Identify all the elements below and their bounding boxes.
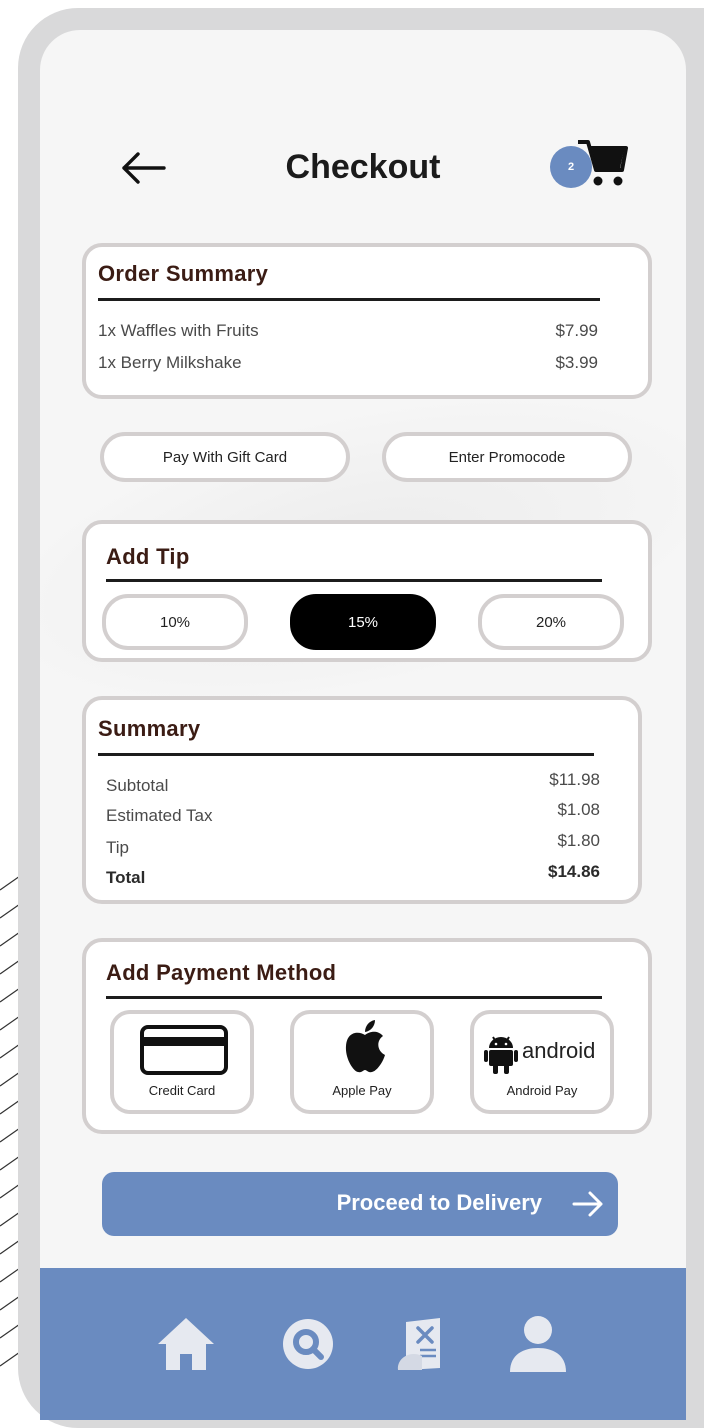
payment-method-title: Add Payment Method xyxy=(106,960,337,985)
order-item-name: 1x Waffles with Fruits xyxy=(98,321,259,340)
proceed-to-delivery-button[interactable]: Proceed to Delivery xyxy=(102,1172,618,1236)
tip-label: Tip xyxy=(106,838,129,857)
total-label: Total xyxy=(106,868,146,887)
apple-pay-option[interactable]: Apple Pay xyxy=(290,1010,434,1114)
total-value: $14.86 xyxy=(548,862,600,881)
credit-card-icon xyxy=(140,1025,228,1075)
subtotal-label: Subtotal xyxy=(106,776,169,795)
nav-home[interactable] xyxy=(154,1312,218,1376)
divider xyxy=(106,579,602,582)
order-item-price: $3.99 xyxy=(555,353,598,372)
profile-icon xyxy=(510,1316,566,1372)
nav-profile[interactable] xyxy=(506,1312,570,1376)
summary-card: Summary Subtotal $11.98 Estimated Tax $1… xyxy=(82,696,642,904)
promocode-button[interactable]: Enter Promocode xyxy=(382,432,632,482)
order-summary-title: Order Summary xyxy=(98,261,269,286)
divider xyxy=(98,298,600,301)
subtotal-value: $11.98 xyxy=(549,770,600,789)
order-summary-card: Order Summary 1x Waffles with Fruits $7.… xyxy=(82,243,652,399)
apple-icon xyxy=(345,1020,385,1073)
tip-option-15[interactable]: 15% xyxy=(290,594,436,650)
checkout-screen: Checkout 2 Order Summary 1x Waffles with… xyxy=(40,30,686,1420)
divider xyxy=(106,996,602,999)
menu-icon xyxy=(397,1318,440,1370)
cart-count-badge: 2 xyxy=(550,146,592,188)
proceed-label: Proceed to Delivery xyxy=(336,1190,542,1215)
payment-method-card: Add Payment Method Credit Card Apple Pay xyxy=(82,938,652,1134)
summary-title: Summary xyxy=(98,716,201,741)
order-item-price: $7.99 xyxy=(555,321,598,340)
search-icon xyxy=(283,1319,333,1369)
tip-option-10[interactable]: 10% xyxy=(102,594,248,650)
tax-value: $1.08 xyxy=(557,800,600,819)
tip-option-20[interactable]: 20% xyxy=(478,594,624,650)
nav-menu[interactable] xyxy=(392,1312,456,1376)
android-logo-text: android xyxy=(522,1038,596,1063)
add-tip-title: Add Tip xyxy=(106,544,190,569)
gift-card-button[interactable]: Pay With Gift Card xyxy=(100,432,350,482)
order-item-name: 1x Berry Milkshake xyxy=(98,353,242,372)
android-icon xyxy=(484,1036,518,1074)
android-pay-option[interactable]: android Android Pay xyxy=(470,1010,614,1114)
header: Checkout 2 xyxy=(40,140,686,200)
bottom-navigation xyxy=(40,1268,686,1420)
arrow-right-icon xyxy=(572,1191,603,1217)
divider xyxy=(98,753,594,756)
cart-button[interactable]: 2 xyxy=(548,138,628,198)
credit-card-option[interactable]: Credit Card xyxy=(110,1010,254,1114)
nav-search[interactable] xyxy=(276,1312,340,1376)
payment-label: Android Pay xyxy=(506,1083,578,1098)
payment-label: Credit Card xyxy=(148,1083,216,1098)
tax-label: Estimated Tax xyxy=(106,806,213,825)
home-icon xyxy=(158,1318,214,1370)
tip-value: $1.80 xyxy=(557,831,600,850)
add-tip-card: Add Tip 10% 15% 20% xyxy=(82,520,652,662)
payment-label: Apple Pay xyxy=(332,1083,392,1098)
